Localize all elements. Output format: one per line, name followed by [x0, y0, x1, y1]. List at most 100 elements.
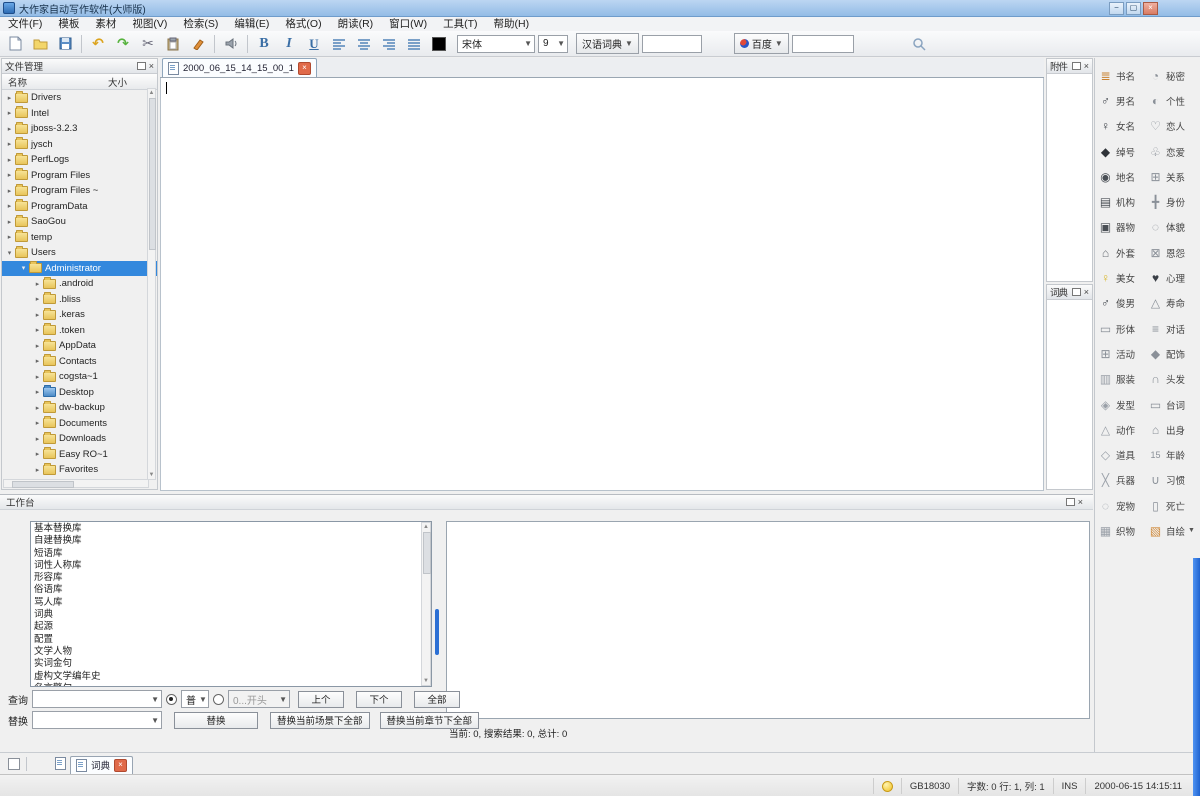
material-button[interactable]: ▭形体 — [1098, 316, 1148, 341]
italic-button[interactable]: I — [278, 33, 300, 55]
close-panel-icon[interactable]: × — [149, 62, 154, 70]
library-item[interactable]: 词典 — [34, 609, 431, 621]
material-button[interactable]: ∩头发 — [1148, 367, 1196, 392]
menu-item[interactable]: 窗口(W) — [381, 17, 435, 31]
material-button[interactable]: ▣器物 — [1098, 215, 1148, 240]
float-panel-icon[interactable] — [1066, 498, 1075, 506]
tree-item[interactable]: ▸Intel — [2, 106, 157, 122]
document-tab[interactable]: 2000_06_15_14_15_00_1 × — [162, 58, 317, 77]
read-aloud-icon[interactable] — [220, 33, 242, 55]
expand-icon[interactable]: ▸ — [33, 373, 42, 381]
library-item[interactable]: 起源 — [34, 621, 431, 633]
scrollbar-thumb[interactable] — [149, 98, 156, 250]
font-select[interactable]: 宋体▼ — [457, 35, 535, 53]
expand-icon[interactable]: ▸ — [5, 109, 14, 117]
expand-icon[interactable]: ▸ — [5, 171, 14, 179]
library-item[interactable]: 词性人称库 — [34, 560, 431, 572]
material-button[interactable]: ◉地名 — [1098, 164, 1148, 189]
expand-icon[interactable]: ▸ — [33, 419, 42, 427]
tree-item[interactable]: ▸Downloads — [2, 431, 157, 447]
close-button[interactable]: × — [1143, 2, 1158, 15]
menu-item[interactable]: 编辑(E) — [226, 17, 277, 31]
tab-close-icon[interactable]: × — [298, 62, 311, 75]
maximize-button[interactable]: ▢ — [1126, 2, 1141, 15]
tree-item[interactable]: ▸.android — [2, 276, 157, 292]
material-button[interactable]: ▯死亡 — [1148, 493, 1196, 518]
expand-icon[interactable]: ▸ — [33, 388, 42, 396]
previous-button[interactable]: 上个 — [298, 691, 344, 708]
material-button[interactable]: ♂俊男 — [1098, 291, 1148, 316]
expand-icon[interactable]: ▸ — [33, 342, 42, 350]
library-item[interactable]: 俗语库 — [34, 584, 431, 596]
tree-item[interactable]: ▸ProgramData — [2, 199, 157, 215]
tree-item[interactable]: ▸SaoGou — [2, 214, 157, 230]
library-item[interactable]: 名言警句 — [34, 683, 431, 687]
material-button[interactable]: ◈发型 — [1098, 392, 1148, 417]
menu-item[interactable]: 朗读(R) — [330, 17, 382, 31]
tree-item[interactable]: ▸Documents — [2, 416, 157, 432]
material-button[interactable]: ⌂外套 — [1098, 240, 1148, 265]
tree-item[interactable]: ▾Administrator — [2, 261, 157, 277]
redo-icon[interactable]: ↷ — [112, 33, 134, 55]
search-combobox[interactable]: ▼ — [32, 690, 162, 708]
chevron-down-icon[interactable]: ▼ — [1188, 527, 1195, 534]
library-item[interactable]: 短语库 — [34, 548, 431, 560]
float-panel-icon[interactable] — [1072, 62, 1081, 70]
tree-item[interactable]: ▸PerfLogs — [2, 152, 157, 168]
menu-item[interactable]: 模板 — [50, 17, 87, 31]
expand-icon[interactable]: ▸ — [5, 202, 14, 210]
paste-icon[interactable] — [162, 33, 184, 55]
tree-item[interactable]: ▾Users — [2, 245, 157, 261]
expand-icon[interactable]: ▸ — [5, 218, 14, 226]
tree-item[interactable]: ▸temp — [2, 230, 157, 246]
expand-icon[interactable]: ▸ — [33, 357, 42, 365]
expand-icon[interactable]: ▸ — [33, 450, 42, 458]
expand-icon[interactable]: ▸ — [33, 435, 42, 443]
column-name[interactable]: 名称 — [2, 75, 108, 89]
next-button[interactable]: 下个 — [356, 691, 402, 708]
material-button[interactable]: ⊞关系 — [1148, 164, 1196, 189]
material-button[interactable]: ▭台词 — [1148, 392, 1196, 417]
font-color-swatch[interactable] — [428, 33, 450, 55]
material-button[interactable]: ♀美女 — [1098, 265, 1148, 290]
dictionary-select-button[interactable]: 汉语词典▼ — [576, 33, 639, 54]
dictionary-tab[interactable]: 词典 × — [70, 756, 133, 774]
replace-button[interactable]: 替换 — [174, 712, 258, 729]
scroll-down-icon[interactable]: ▼ — [422, 677, 430, 685]
tree-item[interactable]: ▸.keras — [2, 307, 157, 323]
tree-item[interactable]: ▸jboss-3.2.3 — [2, 121, 157, 137]
library-item[interactable]: 形容库 — [34, 572, 431, 584]
material-button[interactable]: ◔秘密 — [1148, 63, 1196, 88]
tree-item[interactable]: ▸Desktop — [2, 385, 157, 401]
menu-item[interactable]: 格式(O) — [277, 17, 329, 31]
expand-icon[interactable]: ▸ — [5, 125, 14, 133]
material-button[interactable]: ≣书名 — [1098, 63, 1148, 88]
expand-icon[interactable]: ▸ — [5, 187, 14, 195]
material-button[interactable]: ≡对话 — [1148, 316, 1196, 341]
tree-item[interactable]: ▸Program Files — [2, 168, 157, 184]
material-button[interactable]: ▧自绘▼ — [1148, 518, 1196, 543]
tree-column-headers[interactable]: 名称 大小 — [2, 74, 157, 90]
material-button[interactable]: ∪习惯 — [1148, 468, 1196, 493]
collapse-icon[interactable]: ▾ — [19, 264, 28, 272]
material-button[interactable]: ╳兵器 — [1098, 468, 1148, 493]
tree-item[interactable]: ▸.token — [2, 323, 157, 339]
tree-item[interactable]: ▸jysch — [2, 137, 157, 153]
expand-icon[interactable]: ▸ — [33, 280, 42, 288]
tree-item[interactable]: ▸Contacts — [2, 354, 157, 370]
close-panel-icon[interactable]: × — [1078, 498, 1083, 506]
material-button[interactable]: ♡恋人 — [1148, 114, 1196, 139]
material-button[interactable]: ◌宠物 — [1098, 493, 1148, 518]
align-right-icon[interactable] — [378, 33, 400, 55]
library-item[interactable]: 骂人库 — [34, 597, 431, 609]
expand-icon[interactable]: ▸ — [33, 311, 42, 319]
close-panel-icon[interactable]: × — [1084, 62, 1089, 70]
material-button[interactable]: ◐个性 — [1148, 88, 1196, 113]
close-panel-icon[interactable]: × — [1084, 288, 1089, 296]
panel-doc-icon[interactable] — [55, 757, 66, 770]
search-icon[interactable] — [908, 33, 930, 55]
material-button[interactable]: ╋身份 — [1148, 189, 1196, 214]
expand-icon[interactable]: ▸ — [5, 94, 14, 102]
expand-icon[interactable]: ▸ — [5, 233, 14, 241]
library-item[interactable]: 实词金句 — [34, 658, 431, 670]
